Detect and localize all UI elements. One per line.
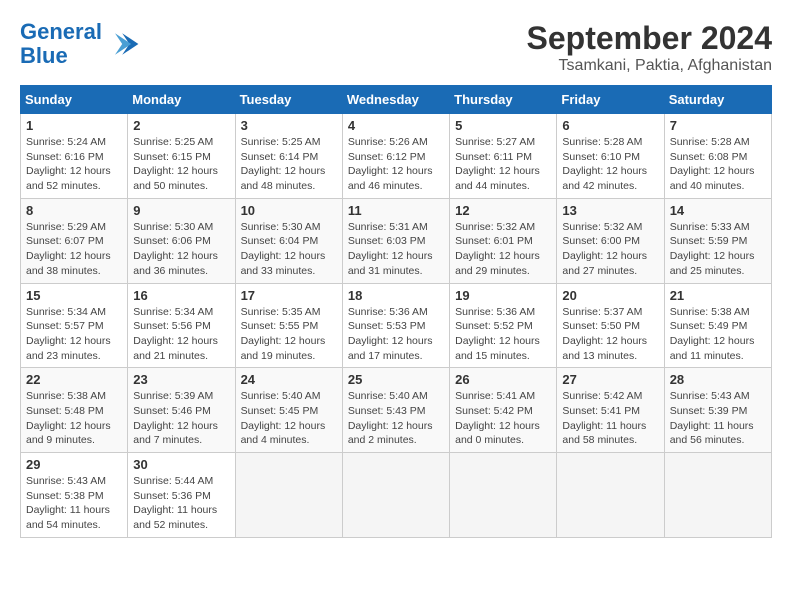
empty-cell-2	[342, 453, 449, 538]
day-8: 8 Sunrise: 5:29 AMSunset: 6:07 PMDayligh…	[21, 198, 128, 283]
day-25: 25 Sunrise: 5:40 AMSunset: 5:43 PMDaylig…	[342, 368, 449, 453]
day-7: 7 Sunrise: 5:28 AMSunset: 6:08 PMDayligh…	[664, 114, 771, 199]
day-13: 13 Sunrise: 5:32 AMSunset: 6:00 PMDaylig…	[557, 198, 664, 283]
col-saturday: Saturday	[664, 86, 771, 114]
day-23: 23 Sunrise: 5:39 AMSunset: 5:46 PMDaylig…	[128, 368, 235, 453]
day-20: 20 Sunrise: 5:37 AMSunset: 5:50 PMDaylig…	[557, 283, 664, 368]
empty-cell-4	[557, 453, 664, 538]
empty-cell-3	[450, 453, 557, 538]
col-monday: Monday	[128, 86, 235, 114]
day-16: 16 Sunrise: 5:34 AMSunset: 5:56 PMDaylig…	[128, 283, 235, 368]
title-area: September 2024 Tsamkani, Paktia, Afghani…	[527, 20, 772, 75]
calendar-table: Sunday Monday Tuesday Wednesday Thursday…	[20, 85, 772, 538]
week-row-1: 1 Sunrise: 5:24 AMSunset: 6:16 PMDayligh…	[21, 114, 772, 199]
day-21: 21 Sunrise: 5:38 AMSunset: 5:49 PMDaylig…	[664, 283, 771, 368]
day-6: 6 Sunrise: 5:28 AMSunset: 6:10 PMDayligh…	[557, 114, 664, 199]
header-row: Sunday Monday Tuesday Wednesday Thursday…	[21, 86, 772, 114]
empty-cell-1	[235, 453, 342, 538]
day-28: 28 Sunrise: 5:43 AMSunset: 5:39 PMDaylig…	[664, 368, 771, 453]
week-row-5: 29 Sunrise: 5:43 AMSunset: 5:38 PMDaylig…	[21, 453, 772, 538]
day-15: 15 Sunrise: 5:34 AMSunset: 5:57 PMDaylig…	[21, 283, 128, 368]
day-12: 12 Sunrise: 5:32 AMSunset: 6:01 PMDaylig…	[450, 198, 557, 283]
logo: General Blue	[20, 20, 142, 68]
week-row-2: 8 Sunrise: 5:29 AMSunset: 6:07 PMDayligh…	[21, 198, 772, 283]
week-row-3: 15 Sunrise: 5:34 AMSunset: 5:57 PMDaylig…	[21, 283, 772, 368]
day-14: 14 Sunrise: 5:33 AMSunset: 5:59 PMDaylig…	[664, 198, 771, 283]
day-27: 27 Sunrise: 5:42 AMSunset: 5:41 PMDaylig…	[557, 368, 664, 453]
day-1: 1 Sunrise: 5:24 AMSunset: 6:16 PMDayligh…	[21, 114, 128, 199]
day-30: 30 Sunrise: 5:44 AMSunset: 5:36 PMDaylig…	[128, 453, 235, 538]
col-thursday: Thursday	[450, 86, 557, 114]
day-3: 3 Sunrise: 5:25 AMSunset: 6:14 PMDayligh…	[235, 114, 342, 199]
month-title: September 2024	[527, 20, 772, 57]
day-2: 2 Sunrise: 5:25 AMSunset: 6:15 PMDayligh…	[128, 114, 235, 199]
col-wednesday: Wednesday	[342, 86, 449, 114]
col-sunday: Sunday	[21, 86, 128, 114]
day-10: 10 Sunrise: 5:30 AMSunset: 6:04 PMDaylig…	[235, 198, 342, 283]
day-26: 26 Sunrise: 5:41 AMSunset: 5:42 PMDaylig…	[450, 368, 557, 453]
col-tuesday: Tuesday	[235, 86, 342, 114]
day-11: 11 Sunrise: 5:31 AMSunset: 6:03 PMDaylig…	[342, 198, 449, 283]
day-29: 29 Sunrise: 5:43 AMSunset: 5:38 PMDaylig…	[21, 453, 128, 538]
day-19: 19 Sunrise: 5:36 AMSunset: 5:52 PMDaylig…	[450, 283, 557, 368]
empty-cell-5	[664, 453, 771, 538]
location-subtitle: Tsamkani, Paktia, Afghanistan	[527, 57, 772, 75]
day-9: 9 Sunrise: 5:30 AMSunset: 6:06 PMDayligh…	[128, 198, 235, 283]
day-17: 17 Sunrise: 5:35 AMSunset: 5:55 PMDaylig…	[235, 283, 342, 368]
logo-icon	[106, 26, 142, 62]
week-row-4: 22 Sunrise: 5:38 AMSunset: 5:48 PMDaylig…	[21, 368, 772, 453]
day-5: 5 Sunrise: 5:27 AMSunset: 6:11 PMDayligh…	[450, 114, 557, 199]
day-18: 18 Sunrise: 5:36 AMSunset: 5:53 PMDaylig…	[342, 283, 449, 368]
page-header: General Blue September 2024 Tsamkani, Pa…	[20, 20, 772, 75]
col-friday: Friday	[557, 86, 664, 114]
logo-text: General Blue	[20, 20, 102, 68]
day-4: 4 Sunrise: 5:26 AMSunset: 6:12 PMDayligh…	[342, 114, 449, 199]
day-22: 22 Sunrise: 5:38 AMSunset: 5:48 PMDaylig…	[21, 368, 128, 453]
day-24: 24 Sunrise: 5:40 AMSunset: 5:45 PMDaylig…	[235, 368, 342, 453]
